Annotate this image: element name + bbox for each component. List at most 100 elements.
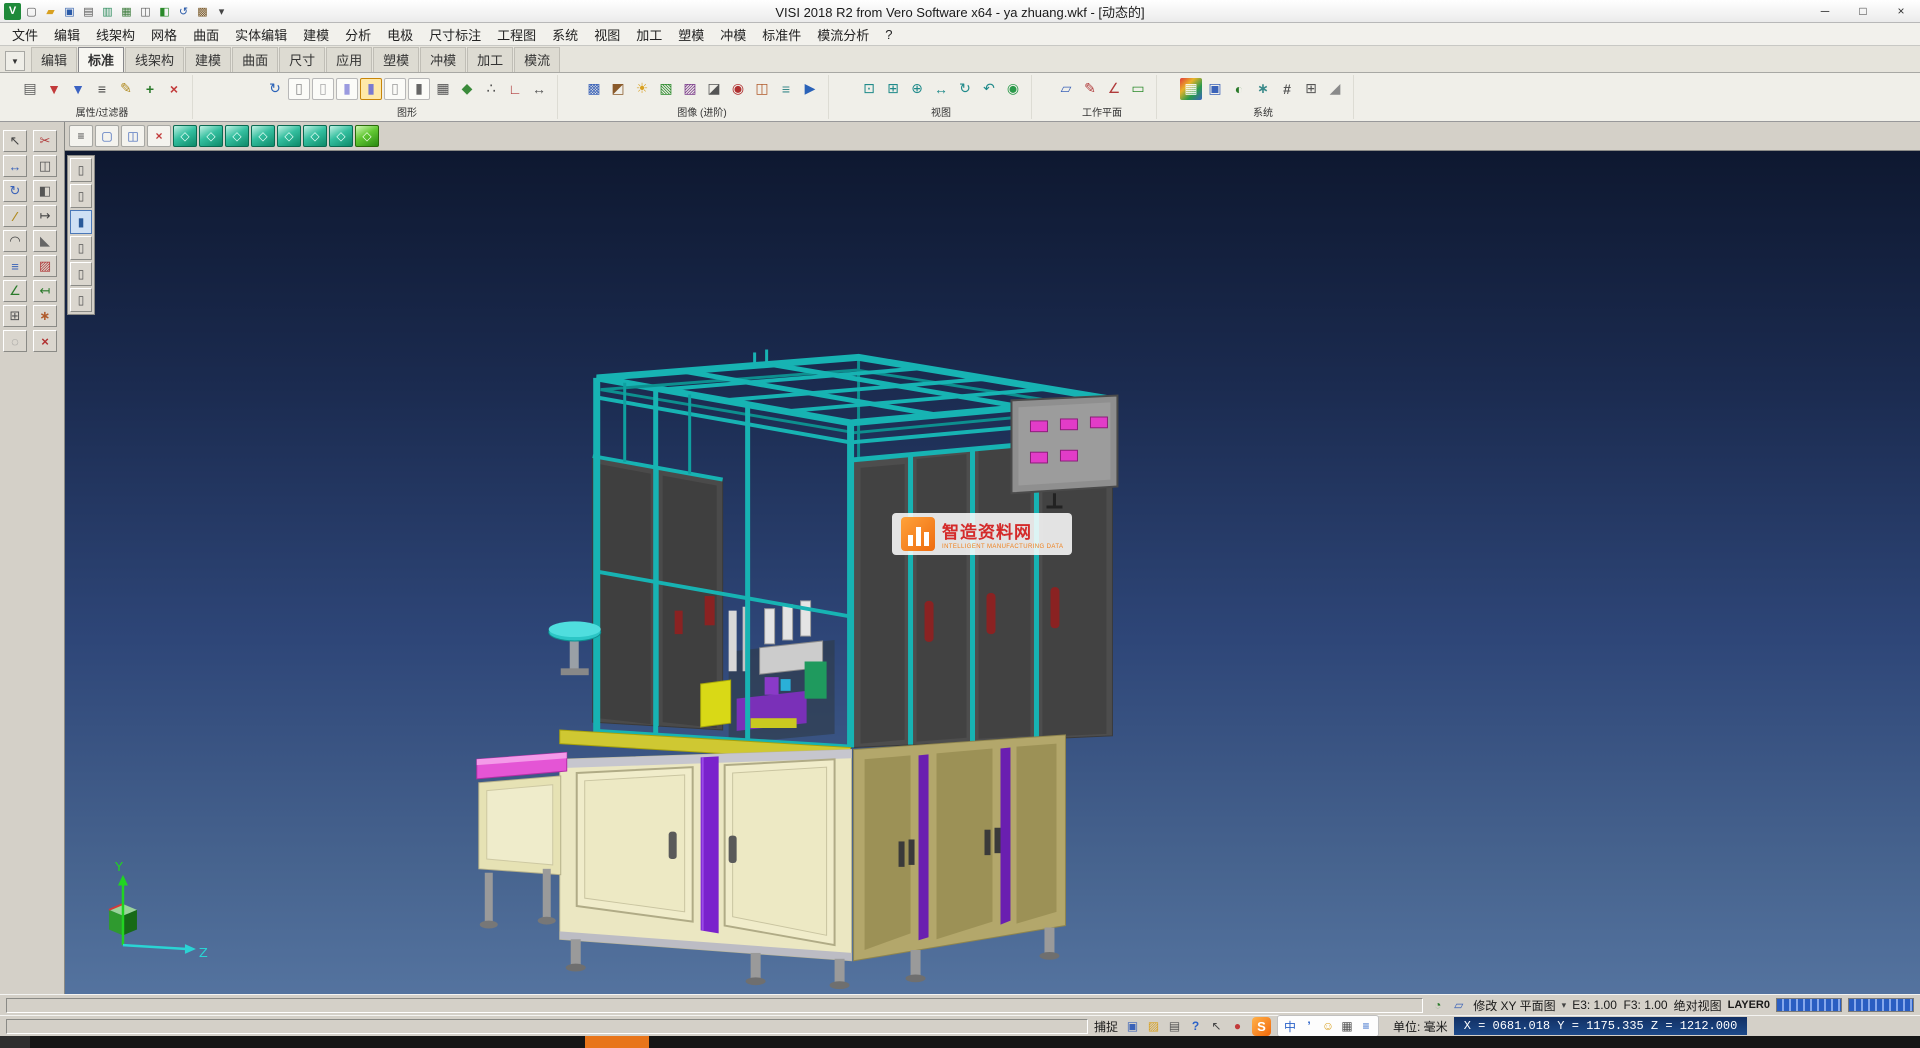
distance-icon[interactable]: ↤: [33, 280, 57, 302]
tab[interactable]: 加工: [467, 47, 513, 72]
clipboard-4-icon[interactable]: ▯: [70, 262, 92, 286]
surface-icon[interactable]: ◢: [1324, 78, 1346, 100]
visi-logo-icon[interactable]: V: [4, 3, 21, 20]
solid-display-icon[interactable]: ◆: [456, 78, 478, 100]
new-file-icon[interactable]: ▢: [23, 3, 40, 20]
section-view-icon[interactable]: ◫: [751, 78, 773, 100]
view-cube-bottom-icon[interactable]: ◇: [329, 125, 353, 147]
menu-item[interactable]: 尺寸标注: [421, 24, 489, 45]
menu-item[interactable]: ?: [877, 26, 900, 43]
shaded-cube-icon[interactable]: ◇: [355, 125, 379, 147]
snap-label[interactable]: 捕捉: [1094, 1018, 1118, 1035]
machine-3d-model[interactable]: Y Z: [65, 151, 1920, 994]
filter-blue-icon[interactable]: ▼: [67, 78, 89, 100]
grid-icon[interactable]: ▦: [118, 3, 135, 20]
clipboard-2-icon[interactable]: ▯: [70, 184, 92, 208]
grid-system-icon[interactable]: #: [1276, 78, 1298, 100]
snapshot-icon[interactable]: ◉: [727, 78, 749, 100]
record-status-icon[interactable]: ●: [1229, 1018, 1246, 1035]
layer-image-icon[interactable]: ≡: [775, 78, 797, 100]
zoom-in-icon[interactable]: ⊕: [906, 78, 928, 100]
workplane-icon[interactable]: ▱: [1055, 78, 1077, 100]
clipboard-5-icon[interactable]: ▯: [70, 288, 92, 312]
animation-icon[interactable]: ▶: [799, 78, 821, 100]
menu-item[interactable]: 文件: [4, 24, 46, 45]
menu-item[interactable]: 实体编辑: [227, 24, 295, 45]
filter-clear-icon[interactable]: ×: [163, 78, 185, 100]
lights-icon[interactable]: ☀: [631, 78, 653, 100]
ghost-cylinder-icon[interactable]: ▯: [384, 78, 406, 100]
hide-icon[interactable]: ◌: [3, 330, 27, 352]
render-settings-icon[interactable]: ▩: [583, 78, 605, 100]
angle-icon[interactable]: ∠: [3, 280, 27, 302]
palette-status-icon[interactable]: ▨: [1145, 1018, 1162, 1035]
menu-item[interactable]: 视图: [586, 24, 628, 45]
group-icon[interactable]: ⊞: [3, 305, 27, 327]
tab[interactable]: 标准: [78, 47, 124, 72]
viewport-3d[interactable]: ▯▯▮▯▯▯: [65, 151, 1920, 994]
ime-toolbox-icon[interactable]: ≡: [1357, 1017, 1375, 1035]
tab[interactable]: 建模: [185, 47, 231, 72]
view-cube-right-icon[interactable]: ◇: [277, 125, 301, 147]
color-bands-icon[interactable]: ▧: [655, 78, 677, 100]
cut-icon[interactable]: ✂: [33, 130, 57, 152]
menu-item[interactable]: 系统: [544, 24, 586, 45]
tab[interactable]: 塑模: [373, 47, 419, 72]
wireframe-cylinder-icon[interactable]: ▯: [288, 78, 310, 100]
menu-item[interactable]: 加工: [628, 24, 670, 45]
previous-view-icon[interactable]: ↶: [978, 78, 1000, 100]
view-cube-back-icon[interactable]: ◇: [225, 125, 249, 147]
display-status-icon[interactable]: ▣: [1124, 1018, 1141, 1035]
points-icon[interactable]: ∴: [480, 78, 502, 100]
solid-cube-icon[interactable]: ◧: [156, 3, 173, 20]
copy-view-icon[interactable]: ◫: [137, 3, 154, 20]
extend-icon[interactable]: ↦: [33, 205, 57, 227]
axes-display-icon[interactable]: ∟: [504, 78, 526, 100]
layers-icon[interactable]: ≡: [3, 255, 27, 277]
save-icon[interactable]: ▣: [61, 3, 78, 20]
materials-icon[interactable]: ◩: [607, 78, 629, 100]
taskbar-app-fragment[interactable]: [585, 1036, 649, 1048]
tab-dropdown-icon[interactable]: ▼: [5, 51, 25, 71]
taskbar-start-fragment[interactable]: [0, 1036, 30, 1048]
print-properties-icon[interactable]: ▤: [19, 78, 41, 100]
rotate-view-icon[interactable]: ↻: [954, 78, 976, 100]
regen-icon[interactable]: ↻: [264, 78, 286, 100]
view-cube-front-icon[interactable]: ◇: [199, 125, 223, 147]
hatch-icon[interactable]: ▨: [33, 255, 57, 277]
globe-icon[interactable]: ◐: [1228, 78, 1250, 100]
window-layout-icon[interactable]: ≡: [69, 125, 93, 147]
monitor-icon[interactable]: ▣: [1204, 78, 1226, 100]
move-icon[interactable]: ↔: [3, 155, 27, 177]
single-view-icon[interactable]: ▢: [95, 125, 119, 147]
menu-item[interactable]: 线架构: [88, 24, 143, 45]
clipboard-3-icon[interactable]: ▯: [70, 236, 92, 260]
sogou-ime-icon[interactable]: S: [1252, 1017, 1271, 1036]
close-button[interactable]: ×: [1882, 0, 1920, 22]
hidden-line-cylinder-icon[interactable]: ▯: [312, 78, 334, 100]
menu-item[interactable]: 电极: [379, 24, 421, 45]
tab[interactable]: 曲面: [232, 47, 278, 72]
refresh-system-icon[interactable]: ∗: [1252, 78, 1274, 100]
erase-icon[interactable]: ×: [33, 330, 57, 352]
menu-item[interactable]: 标准件: [754, 24, 809, 45]
filter-red-icon[interactable]: ▼: [43, 78, 65, 100]
split-view-icon[interactable]: ◫: [121, 125, 145, 147]
cylinder-edges-icon[interactable]: ▮: [408, 78, 430, 100]
copy-icon[interactable]: ◫: [33, 155, 57, 177]
tab[interactable]: 尺寸: [279, 47, 325, 72]
shaded-cylinder-icon[interactable]: ▮: [336, 78, 358, 100]
workplane-align-icon[interactable]: ▭: [1127, 78, 1149, 100]
shadows-icon[interactable]: ◪: [703, 78, 725, 100]
maximize-button[interactable]: □: [1844, 0, 1882, 22]
chamfer-icon[interactable]: ◣: [33, 230, 57, 252]
workplane-edit-icon[interactable]: ✎: [1079, 78, 1101, 100]
color-palette-icon[interactable]: ▦: [1180, 78, 1202, 100]
workplane-origin-icon[interactable]: ∠: [1103, 78, 1125, 100]
menu-item[interactable]: 网格: [143, 24, 185, 45]
fillet-icon[interactable]: ◠: [3, 230, 27, 252]
menu-item[interactable]: 编辑: [46, 24, 88, 45]
filter-add-icon[interactable]: +: [139, 78, 161, 100]
export-icon[interactable]: ▥: [99, 3, 116, 20]
view-cube-top-icon[interactable]: ◇: [303, 125, 327, 147]
